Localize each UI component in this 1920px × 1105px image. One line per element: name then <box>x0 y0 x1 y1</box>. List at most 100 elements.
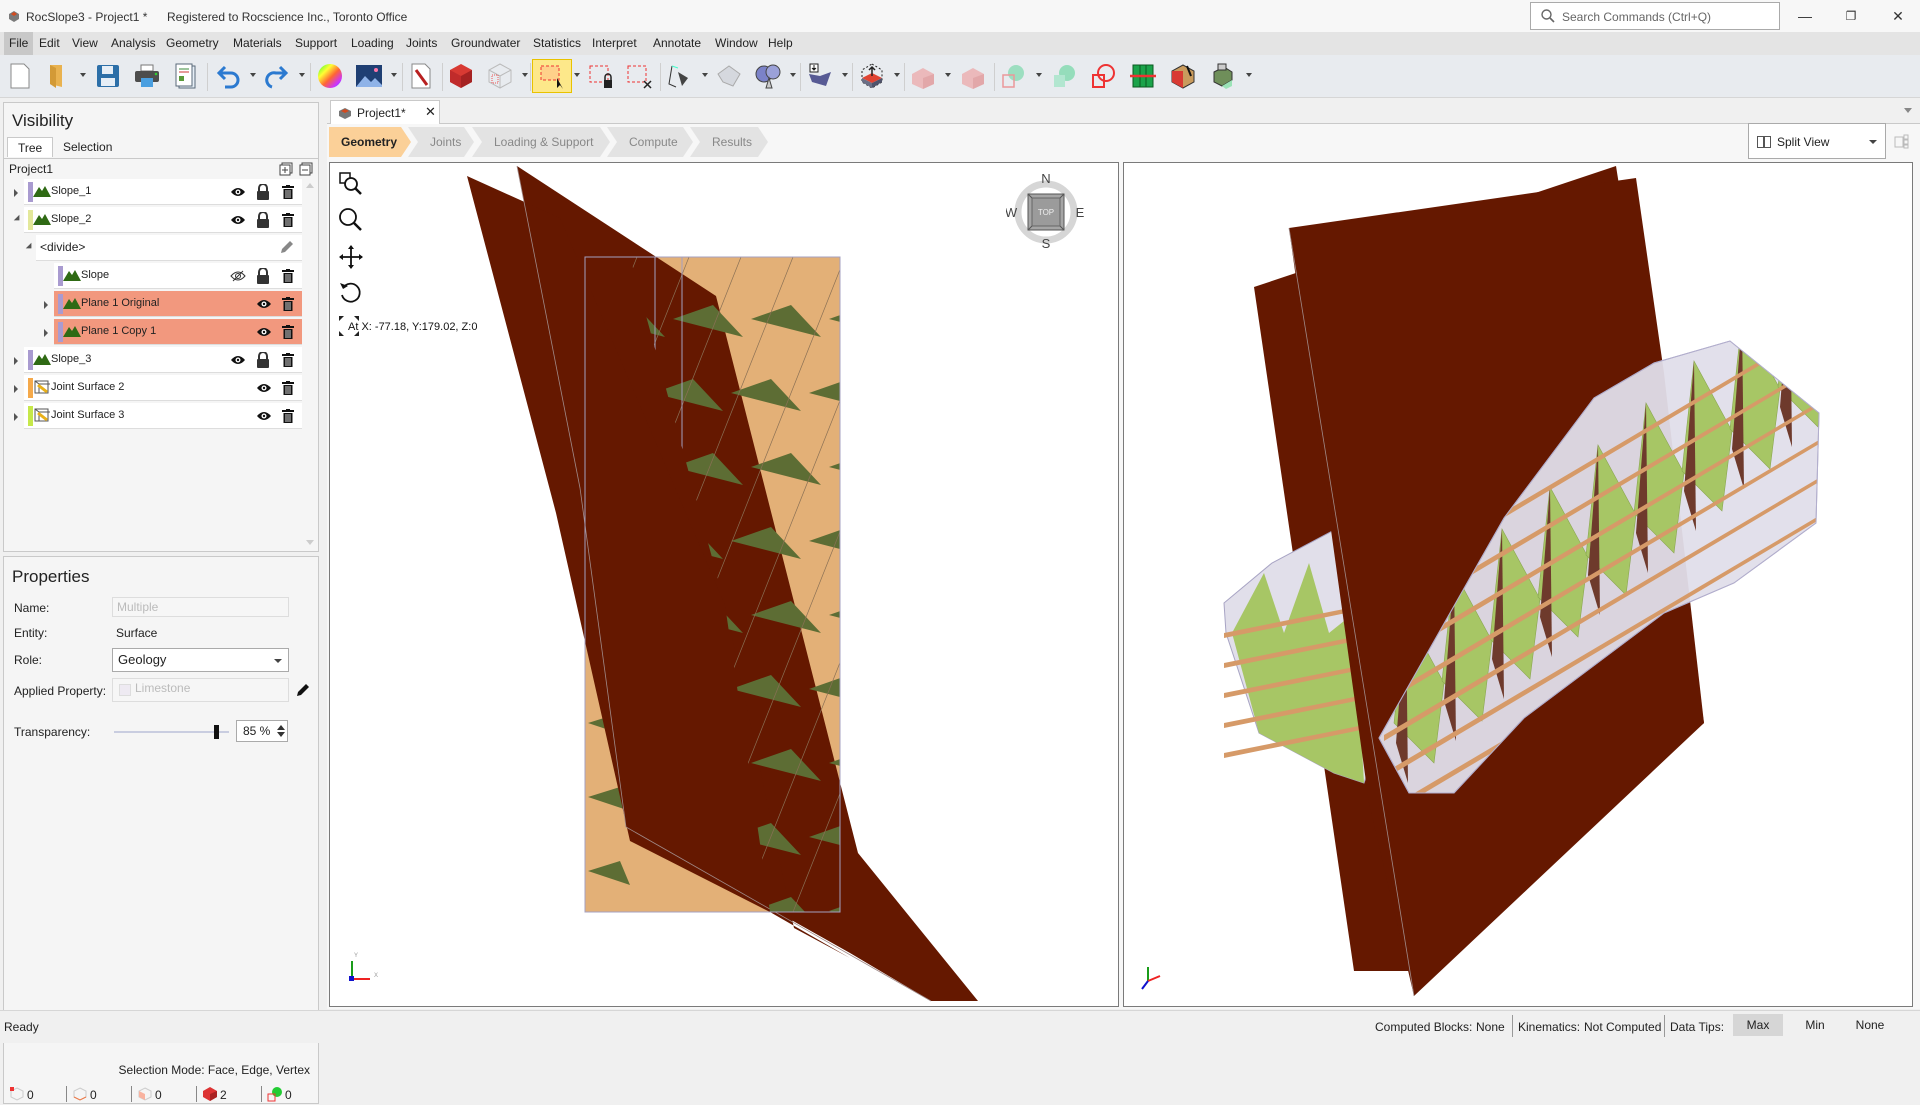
scroll-down-icon[interactable] <box>306 540 314 546</box>
move-block-button[interactable] <box>906 59 940 93</box>
delete-trash-icon[interactable] <box>282 325 294 339</box>
document-tab[interactable]: Project1* ✕ <box>330 100 440 124</box>
menu-help[interactable]: Help <box>763 32 798 55</box>
visible-eye-icon[interactable] <box>256 382 272 394</box>
subtract-button[interactable] <box>1086 59 1120 93</box>
print-button[interactable] <box>130 59 164 93</box>
menu-loading[interactable]: Loading <box>346 32 399 55</box>
minimize-button[interactable]: — <box>1785 4 1825 28</box>
transparency-spinner[interactable]: 85 % <box>236 720 288 742</box>
collapsed-arrow-icon[interactable] <box>44 301 48 309</box>
visible-eye-icon[interactable] <box>256 410 272 422</box>
tree-item-joint-surface-3[interactable]: Joint Surface 3 <box>24 403 302 429</box>
draw-polyline-button[interactable] <box>663 59 697 93</box>
rotate-icon[interactable] <box>338 280 364 306</box>
viewport-top[interactable]: At X: -77.18, Y:179.02, Z:0 TOP N S E W … <box>329 162 1119 1007</box>
collapsed-arrow-icon[interactable] <box>14 357 18 365</box>
zoom-window-icon[interactable] <box>338 171 364 197</box>
compass-south[interactable]: S <box>1042 236 1051 251</box>
menu-analysis[interactable]: Analysis <box>106 32 161 55</box>
lock-icon[interactable] <box>256 352 270 368</box>
menu-interpret[interactable]: Interpret <box>587 32 642 55</box>
deselect-button[interactable] <box>622 59 656 93</box>
menu-support[interactable]: Support <box>290 32 342 55</box>
delete-trash-icon[interactable] <box>282 353 294 367</box>
restore-button[interactable]: ❐ <box>1831 4 1871 28</box>
lock-selection-button[interactable] <box>584 59 618 93</box>
menu-materials[interactable]: Materials <box>228 32 287 55</box>
delete-trash-icon[interactable] <box>282 213 294 227</box>
undo-button[interactable] <box>212 59 246 93</box>
collapsed-arrow-icon[interactable] <box>14 189 18 197</box>
menu-annotate[interactable]: Annotate <box>648 32 706 55</box>
edit-pencil-icon[interactable] <box>296 683 310 697</box>
edit-pencil-icon[interactable] <box>280 240 294 254</box>
tree-item-slope[interactable]: Slope <box>54 263 302 289</box>
undo-dropdown[interactable] <box>250 73 256 77</box>
menu-groundwater[interactable]: Groundwater <box>446 32 525 55</box>
tab-tree[interactable]: Tree <box>7 137 54 157</box>
redo-button[interactable] <box>261 59 295 93</box>
menu-joints[interactable]: Joints <box>401 32 442 55</box>
transparency-slider[interactable] <box>114 725 229 739</box>
tab-selection[interactable]: Selection <box>53 137 122 157</box>
boolean-button[interactable] <box>751 59 785 93</box>
menu-statistics[interactable]: Statistics <box>528 32 586 55</box>
tree-item-slope-2[interactable]: Slope_2 <box>24 207 302 233</box>
layout-options-icon[interactable] <box>1894 133 1910 149</box>
background-button[interactable] <box>352 59 386 93</box>
report-button[interactable] <box>169 59 203 93</box>
applied-property-select[interactable]: Limestone <box>112 678 289 702</box>
expand-all-icon[interactable] <box>279 162 293 176</box>
wireframe-view-button[interactable] <box>483 59 517 93</box>
lock-icon[interactable] <box>256 184 270 200</box>
compass-west[interactable]: W <box>1006 205 1018 220</box>
data-tips-min[interactable]: Min <box>1790 1014 1840 1036</box>
workflow-geometry[interactable]: Geometry <box>329 127 411 157</box>
box-select-button[interactable] <box>532 59 572 93</box>
close-button[interactable]: ✕ <box>1878 4 1918 28</box>
tree-scrollbar[interactable] <box>302 178 318 550</box>
union-dropdown[interactable] <box>1036 73 1042 77</box>
move-dropdown[interactable] <box>945 73 951 77</box>
settings-button[interactable] <box>404 59 438 93</box>
tab-overflow-icon[interactable] <box>1904 108 1912 114</box>
extrude-button[interactable] <box>855 59 889 93</box>
visible-eye-icon[interactable] <box>230 186 246 198</box>
view-compass[interactable]: TOP N S E W <box>1006 172 1086 252</box>
delete-trash-icon[interactable] <box>282 297 294 311</box>
collapsed-arrow-icon[interactable] <box>14 413 18 421</box>
compass-north[interactable]: N <box>1041 172 1050 186</box>
scene-perspective[interactable] <box>1124 163 1913 1007</box>
scene-top-view[interactable] <box>330 163 1119 1007</box>
collapsed-arrow-icon[interactable] <box>14 385 18 393</box>
save-button[interactable] <box>91 59 125 93</box>
tree-item-slope-3[interactable]: Slope_3 <box>24 347 302 373</box>
hidden-eye-icon[interactable] <box>230 270 246 282</box>
open-dropdown[interactable] <box>80 73 86 77</box>
pan-icon[interactable] <box>338 244 364 270</box>
boolean-dropdown[interactable] <box>790 73 796 77</box>
menu-edit[interactable]: Edit <box>34 32 65 55</box>
menu-view[interactable]: View <box>67 32 103 55</box>
lock-icon[interactable] <box>256 268 270 284</box>
menu-geometry[interactable]: Geometry <box>161 32 224 55</box>
slider-thumb[interactable] <box>214 725 220 739</box>
expanded-arrow-icon[interactable] <box>13 214 23 224</box>
lock-icon[interactable] <box>256 212 270 228</box>
delete-trash-icon[interactable] <box>282 185 294 199</box>
close-tab-icon[interactable]: ✕ <box>425 104 436 120</box>
surface-button[interactable] <box>712 59 746 93</box>
data-tips-none[interactable]: None <box>1845 1014 1895 1036</box>
view-mode-select[interactable]: Split View <box>1748 123 1886 159</box>
intersect-button[interactable] <box>1047 59 1081 93</box>
paint-dropdown[interactable] <box>1246 73 1252 77</box>
menu-window[interactable]: Window <box>710 32 763 55</box>
color-scheme-button[interactable] <box>313 59 347 93</box>
data-tips-max[interactable]: Max <box>1733 1014 1783 1036</box>
select-dropdown[interactable] <box>574 73 580 77</box>
view-dropdown[interactable] <box>522 73 528 77</box>
grid-button[interactable] <box>1126 59 1160 93</box>
delete-trash-icon[interactable] <box>282 409 294 423</box>
import-surface-button[interactable] <box>803 59 837 93</box>
